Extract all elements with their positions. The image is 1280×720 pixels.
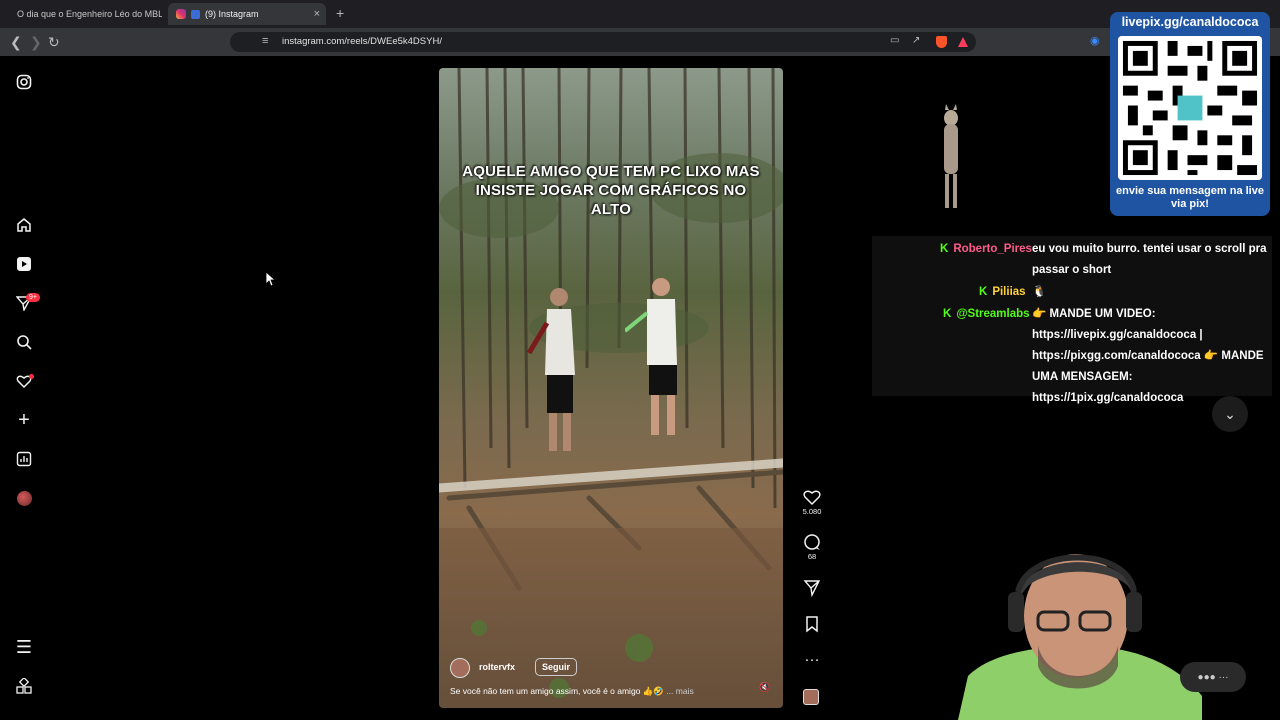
qr-code <box>1118 36 1262 180</box>
address-bar[interactable]: ≡ instagram.com/reels/DWEe5k4DSYH/ ▭ ↗ <box>230 32 976 52</box>
person-left <box>527 288 575 451</box>
audio-thumbnail[interactable] <box>803 689 819 705</box>
create-icon[interactable]: + <box>14 409 34 431</box>
chat-user: K Piliias <box>979 282 1026 303</box>
reload-icon[interactable]: ↻ <box>48 34 60 51</box>
kick-badge-icon: K <box>979 286 988 298</box>
chat-message: 👉 MANDE UM VIDEO: https://livepix.gg/can… <box>1032 308 1264 404</box>
kick-badge-icon: K <box>940 243 949 255</box>
more-options-button[interactable]: ··· <box>798 651 826 669</box>
bookmark-icon <box>806 616 818 633</box>
chat-message: 🐧 <box>1032 286 1047 298</box>
send-icon <box>803 580 821 597</box>
chat-username: Piliias <box>992 286 1026 298</box>
comment-button[interactable]: 68 <box>798 533 826 561</box>
like-button[interactable]: 5.080 <box>798 488 826 516</box>
chat-username: Roberto_Pires <box>953 243 1032 255</box>
instagram-icon <box>176 9 186 19</box>
like-count: 5.080 <box>802 507 822 516</box>
heart-icon <box>803 490 821 506</box>
close-tab-icon[interactable]: × <box>314 8 320 20</box>
search-icon[interactable] <box>14 332 34 352</box>
share-icon[interactable]: ↗ <box>912 35 920 46</box>
person-right <box>625 278 677 435</box>
tab-label: O dia que o Engenheiro Léo do MBL <box>17 9 162 19</box>
follow-button[interactable]: Seguir <box>535 658 578 676</box>
dashboard-icon[interactable] <box>14 449 34 469</box>
cat-sticker <box>944 104 958 208</box>
mouse-cursor <box>265 271 275 287</box>
comment-icon <box>804 534 820 550</box>
livepix-qr-panel: livepix.gg/canaldococa envie sua mensage… <box>1110 12 1270 216</box>
forward-icon[interactable]: ❯ <box>30 34 42 51</box>
cast-icon[interactable]: ▭ <box>890 35 899 46</box>
tab-label: (9) Instagram <box>205 9 259 19</box>
qr-footer: envie sua mensagem na live via pix! <box>1116 185 1264 210</box>
messages-badge: 9+ <box>26 293 40 302</box>
kick-badge-icon: K <box>943 308 952 320</box>
caption-text: Se você não tem um amigo assim, você é o… <box>450 686 664 696</box>
browser-toolbar: ❮ ❯ ↻ ☐ ≡ instagram.com/reels/DWEe5k4DSY… <box>0 28 1280 56</box>
reel-video[interactable]: AQUELE AMIGO QUE TEM PC LIXO MAS INSISTE… <box>439 68 783 708</box>
more-apps-icon[interactable] <box>14 676 34 696</box>
chat-user: K @Streamlabs <box>943 304 1030 325</box>
brave-rewards-icon[interactable] <box>958 37 968 47</box>
site-settings-icon[interactable]: ≡ <box>262 35 268 47</box>
reels-icon[interactable] <box>14 254 34 274</box>
qr-header: livepix.gg/canaldococa <box>1121 15 1259 29</box>
notification-dot <box>29 374 34 379</box>
chat-user: K Roberto_Pires <box>940 239 1032 260</box>
viewer-avatars-pill[interactable]: ●●● ··· <box>1180 662 1246 692</box>
chevron-down-icon[interactable]: ⌄ <box>1212 396 1248 432</box>
brave-shield-icon[interactable] <box>936 36 947 48</box>
chat-username: @Streamlabs <box>956 308 1030 320</box>
share-button[interactable] <box>798 579 826 597</box>
ellipsis-icon: ··· <box>804 651 820 668</box>
url-text[interactable]: instagram.com/reels/DWEe5k4DSYH/ <box>282 36 442 47</box>
new-tab-button[interactable]: + <box>336 5 344 21</box>
creator-username[interactable]: roltervfx <box>479 662 515 672</box>
webcam-overlay <box>958 554 1202 720</box>
profile-avatar[interactable] <box>14 488 34 508</box>
creator-avatar[interactable] <box>450 658 470 678</box>
instagram-logo-icon[interactable] <box>14 72 34 92</box>
chat-message: eu vou muito burro. tentei usar o scroll… <box>1032 243 1267 276</box>
stream-chat: K Roberto_Pires eu vou muito burro. tente… <box>872 236 1272 404</box>
back-icon[interactable]: ❮ <box>10 34 22 51</box>
home-icon[interactable] <box>14 215 34 235</box>
instagram-sidebar: 9+ + ☰ <box>0 56 48 720</box>
reel-caption: Se você não tem um amigo assim, você é o… <box>450 686 694 697</box>
save-button[interactable] <box>798 615 826 633</box>
tab-youtube[interactable]: O dia que o Engenheiro Léo do MBL <box>4 3 162 25</box>
reel-overlay-text: AQUELE AMIGO QUE TEM PC LIXO MAS INSISTE… <box>462 163 760 218</box>
mute-icon[interactable]: 🔇 <box>759 682 770 693</box>
comment-count: 68 <box>807 552 817 561</box>
more-link[interactable]: ... mais <box>666 686 693 696</box>
extension-icon[interactable]: ◉ <box>1090 34 1100 47</box>
browser-tab-bar: O dia que o Engenheiro Léo do MBL (9) In… <box>0 0 1280 28</box>
tab-instagram[interactable]: (9) Instagram × <box>168 3 326 25</box>
menu-icon[interactable]: ☰ <box>14 637 34 657</box>
extension-icon <box>191 9 200 19</box>
